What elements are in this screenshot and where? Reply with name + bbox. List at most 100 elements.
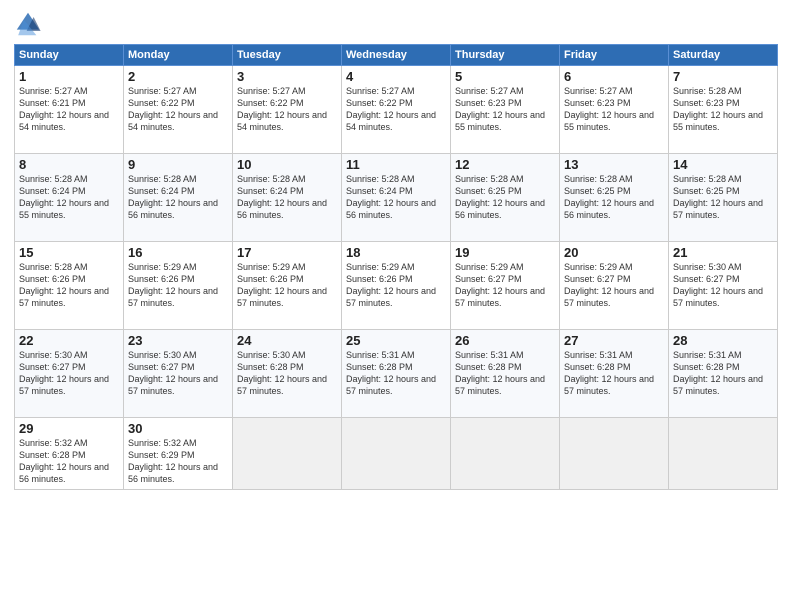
day-info: Sunrise: 5:32 AMSunset: 6:28 PMDaylight:…: [19, 438, 109, 484]
day-number: 8: [19, 157, 119, 172]
weekday-header-cell: Saturday: [669, 45, 778, 66]
day-number: 30: [128, 421, 228, 436]
calendar-cell: 21 Sunrise: 5:30 AMSunset: 6:27 PMDaylig…: [669, 242, 778, 330]
weekday-header-cell: Friday: [560, 45, 669, 66]
calendar-cell: 19 Sunrise: 5:29 AMSunset: 6:27 PMDaylig…: [451, 242, 560, 330]
day-info: Sunrise: 5:29 AMSunset: 6:26 PMDaylight:…: [128, 262, 218, 308]
day-number: 20: [564, 245, 664, 260]
day-number: 4: [346, 69, 446, 84]
weekday-header-cell: Thursday: [451, 45, 560, 66]
calendar-cell: 15 Sunrise: 5:28 AMSunset: 6:26 PMDaylig…: [15, 242, 124, 330]
day-number: 25: [346, 333, 446, 348]
day-number: 12: [455, 157, 555, 172]
day-number: 14: [673, 157, 773, 172]
calendar-cell: 4 Sunrise: 5:27 AMSunset: 6:22 PMDayligh…: [342, 66, 451, 154]
calendar: SundayMondayTuesdayWednesdayThursdayFrid…: [14, 44, 778, 490]
day-info: Sunrise: 5:28 AMSunset: 6:25 PMDaylight:…: [564, 174, 654, 220]
weekday-header-cell: Tuesday: [233, 45, 342, 66]
calendar-week-row: 15 Sunrise: 5:28 AMSunset: 6:26 PMDaylig…: [15, 242, 778, 330]
calendar-cell: 7 Sunrise: 5:28 AMSunset: 6:23 PMDayligh…: [669, 66, 778, 154]
day-info: Sunrise: 5:28 AMSunset: 6:26 PMDaylight:…: [19, 262, 109, 308]
day-number: 11: [346, 157, 446, 172]
weekday-header-row: SundayMondayTuesdayWednesdayThursdayFrid…: [15, 45, 778, 66]
calendar-cell: 1 Sunrise: 5:27 AMSunset: 6:21 PMDayligh…: [15, 66, 124, 154]
day-number: 16: [128, 245, 228, 260]
day-info: Sunrise: 5:28 AMSunset: 6:25 PMDaylight:…: [455, 174, 545, 220]
calendar-cell: [233, 418, 342, 490]
weekday-header-cell: Wednesday: [342, 45, 451, 66]
day-info: Sunrise: 5:28 AMSunset: 6:23 PMDaylight:…: [673, 86, 763, 132]
day-number: 13: [564, 157, 664, 172]
day-number: 15: [19, 245, 119, 260]
day-number: 6: [564, 69, 664, 84]
header: [14, 10, 778, 38]
day-info: Sunrise: 5:27 AMSunset: 6:23 PMDaylight:…: [564, 86, 654, 132]
day-number: 18: [346, 245, 446, 260]
day-info: Sunrise: 5:30 AMSunset: 6:27 PMDaylight:…: [128, 350, 218, 396]
calendar-cell: 27 Sunrise: 5:31 AMSunset: 6:28 PMDaylig…: [560, 330, 669, 418]
calendar-cell: 24 Sunrise: 5:30 AMSunset: 6:28 PMDaylig…: [233, 330, 342, 418]
day-info: Sunrise: 5:27 AMSunset: 6:21 PMDaylight:…: [19, 86, 109, 132]
logo: [14, 10, 44, 38]
day-info: Sunrise: 5:28 AMSunset: 6:24 PMDaylight:…: [128, 174, 218, 220]
day-info: Sunrise: 5:30 AMSunset: 6:27 PMDaylight:…: [19, 350, 109, 396]
calendar-week-row: 1 Sunrise: 5:27 AMSunset: 6:21 PMDayligh…: [15, 66, 778, 154]
day-info: Sunrise: 5:28 AMSunset: 6:24 PMDaylight:…: [19, 174, 109, 220]
calendar-cell: [560, 418, 669, 490]
day-number: 26: [455, 333, 555, 348]
day-number: 22: [19, 333, 119, 348]
logo-icon: [14, 10, 42, 38]
day-info: Sunrise: 5:31 AMSunset: 6:28 PMDaylight:…: [673, 350, 763, 396]
calendar-cell: 14 Sunrise: 5:28 AMSunset: 6:25 PMDaylig…: [669, 154, 778, 242]
day-info: Sunrise: 5:31 AMSunset: 6:28 PMDaylight:…: [455, 350, 545, 396]
page: SundayMondayTuesdayWednesdayThursdayFrid…: [0, 0, 792, 612]
day-number: 2: [128, 69, 228, 84]
calendar-cell: 11 Sunrise: 5:28 AMSunset: 6:24 PMDaylig…: [342, 154, 451, 242]
calendar-cell: 29 Sunrise: 5:32 AMSunset: 6:28 PMDaylig…: [15, 418, 124, 490]
day-number: 7: [673, 69, 773, 84]
calendar-cell: 3 Sunrise: 5:27 AMSunset: 6:22 PMDayligh…: [233, 66, 342, 154]
day-info: Sunrise: 5:29 AMSunset: 6:27 PMDaylight:…: [455, 262, 545, 308]
calendar-week-row: 29 Sunrise: 5:32 AMSunset: 6:28 PMDaylig…: [15, 418, 778, 490]
day-number: 10: [237, 157, 337, 172]
calendar-cell: 10 Sunrise: 5:28 AMSunset: 6:24 PMDaylig…: [233, 154, 342, 242]
day-number: 29: [19, 421, 119, 436]
day-number: 5: [455, 69, 555, 84]
weekday-header-cell: Monday: [124, 45, 233, 66]
day-info: Sunrise: 5:30 AMSunset: 6:27 PMDaylight:…: [673, 262, 763, 308]
day-number: 3: [237, 69, 337, 84]
calendar-cell: 25 Sunrise: 5:31 AMSunset: 6:28 PMDaylig…: [342, 330, 451, 418]
day-info: Sunrise: 5:28 AMSunset: 6:24 PMDaylight:…: [346, 174, 436, 220]
day-info: Sunrise: 5:31 AMSunset: 6:28 PMDaylight:…: [564, 350, 654, 396]
calendar-cell: 8 Sunrise: 5:28 AMSunset: 6:24 PMDayligh…: [15, 154, 124, 242]
calendar-cell: 20 Sunrise: 5:29 AMSunset: 6:27 PMDaylig…: [560, 242, 669, 330]
calendar-body: 1 Sunrise: 5:27 AMSunset: 6:21 PMDayligh…: [15, 66, 778, 490]
day-info: Sunrise: 5:27 AMSunset: 6:22 PMDaylight:…: [237, 86, 327, 132]
calendar-cell: 16 Sunrise: 5:29 AMSunset: 6:26 PMDaylig…: [124, 242, 233, 330]
calendar-cell: [451, 418, 560, 490]
calendar-cell: 30 Sunrise: 5:32 AMSunset: 6:29 PMDaylig…: [124, 418, 233, 490]
day-info: Sunrise: 5:28 AMSunset: 6:25 PMDaylight:…: [673, 174, 763, 220]
day-number: 19: [455, 245, 555, 260]
day-info: Sunrise: 5:30 AMSunset: 6:28 PMDaylight:…: [237, 350, 327, 396]
calendar-cell: 28 Sunrise: 5:31 AMSunset: 6:28 PMDaylig…: [669, 330, 778, 418]
day-info: Sunrise: 5:32 AMSunset: 6:29 PMDaylight:…: [128, 438, 218, 484]
day-number: 28: [673, 333, 773, 348]
calendar-cell: 2 Sunrise: 5:27 AMSunset: 6:22 PMDayligh…: [124, 66, 233, 154]
day-info: Sunrise: 5:29 AMSunset: 6:26 PMDaylight:…: [346, 262, 436, 308]
day-info: Sunrise: 5:27 AMSunset: 6:22 PMDaylight:…: [346, 86, 436, 132]
calendar-cell: 17 Sunrise: 5:29 AMSunset: 6:26 PMDaylig…: [233, 242, 342, 330]
day-number: 24: [237, 333, 337, 348]
calendar-cell: 18 Sunrise: 5:29 AMSunset: 6:26 PMDaylig…: [342, 242, 451, 330]
calendar-cell: 9 Sunrise: 5:28 AMSunset: 6:24 PMDayligh…: [124, 154, 233, 242]
calendar-cell: [342, 418, 451, 490]
day-number: 1: [19, 69, 119, 84]
day-number: 27: [564, 333, 664, 348]
calendar-cell: [669, 418, 778, 490]
calendar-week-row: 8 Sunrise: 5:28 AMSunset: 6:24 PMDayligh…: [15, 154, 778, 242]
day-info: Sunrise: 5:27 AMSunset: 6:23 PMDaylight:…: [455, 86, 545, 132]
day-info: Sunrise: 5:29 AMSunset: 6:26 PMDaylight:…: [237, 262, 327, 308]
day-info: Sunrise: 5:27 AMSunset: 6:22 PMDaylight:…: [128, 86, 218, 132]
calendar-cell: 12 Sunrise: 5:28 AMSunset: 6:25 PMDaylig…: [451, 154, 560, 242]
day-number: 21: [673, 245, 773, 260]
